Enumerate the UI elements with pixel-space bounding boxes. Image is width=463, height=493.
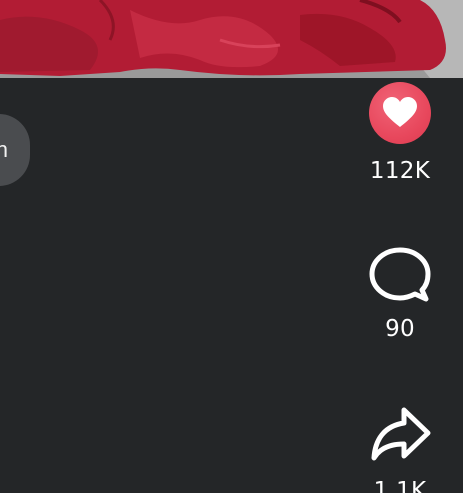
follow-button[interactable]: n [0, 114, 30, 186]
share-button[interactable]: 1.1K [355, 404, 445, 493]
heart-icon[interactable] [369, 82, 431, 144]
video-feed-screen: n 112K 90 1.1K [0, 0, 463, 493]
share-arrow-icon[interactable] [368, 404, 432, 464]
like-count: 112K [369, 158, 431, 184]
share-count: 1.1K [373, 478, 427, 493]
follow-button-label: n [0, 137, 8, 162]
video-frame[interactable] [0, 0, 463, 78]
comment-count: 90 [385, 316, 415, 342]
like-button[interactable]: 112K [355, 82, 445, 184]
speech-bubble-icon[interactable] [368, 246, 432, 306]
video-frame-image [0, 0, 463, 78]
comment-button[interactable]: 90 [355, 246, 445, 342]
